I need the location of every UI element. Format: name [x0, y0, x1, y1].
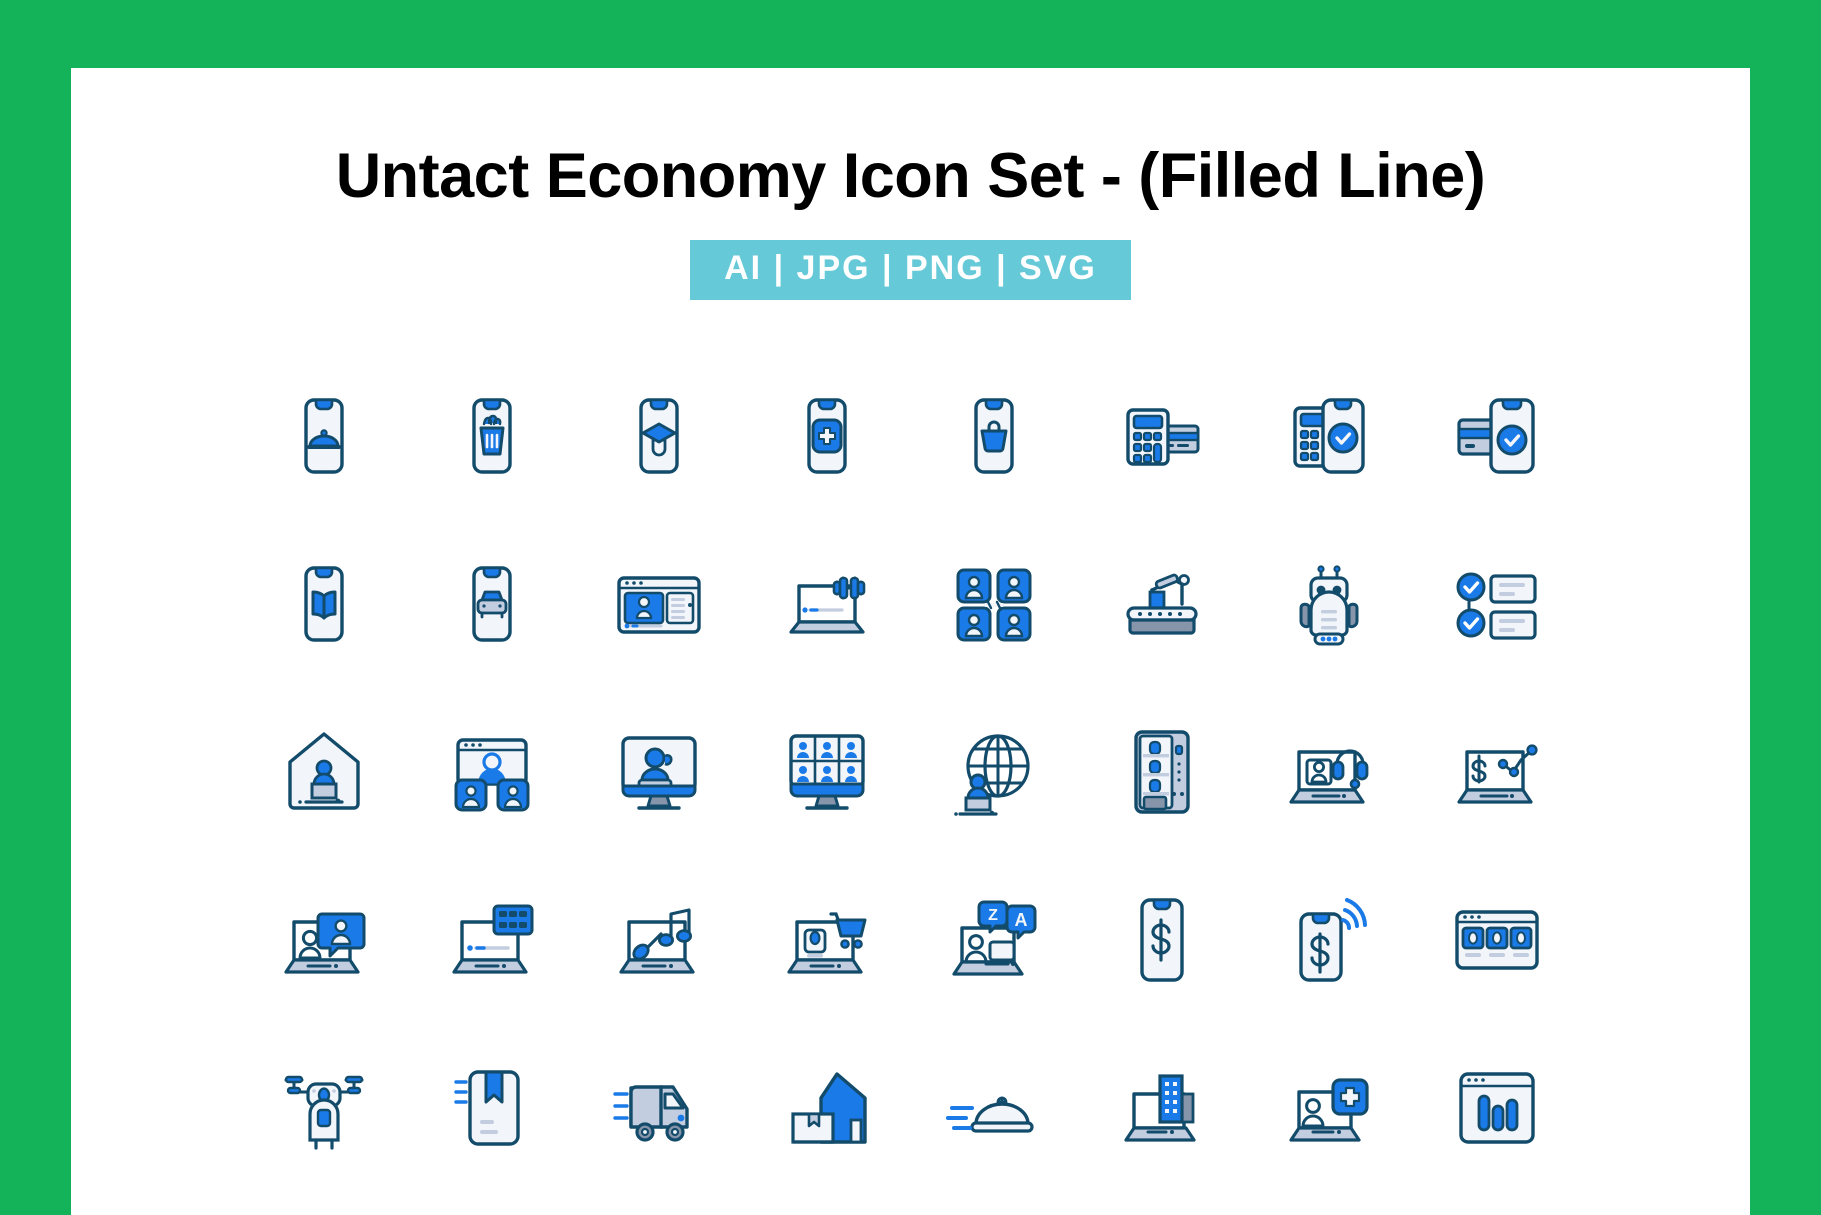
icon-laptop-online-translation[interactable]: Z A	[934, 880, 1054, 1000]
icon-bookmarked-parcel[interactable]	[432, 1048, 552, 1168]
icon-delivery-van[interactable]	[599, 1048, 719, 1168]
icon-mobile-fast-food-order[interactable]	[432, 376, 552, 496]
icon-home-parcel-delivery[interactable]	[767, 1048, 887, 1168]
icon-work-from-home[interactable]	[264, 712, 384, 832]
icon-global-remote-work[interactable]	[934, 712, 1054, 832]
icon-mobile-ride-hailing[interactable]	[432, 544, 552, 664]
icon-laptop-online-shopping[interactable]	[767, 880, 887, 1000]
icon-online-checklist-approval[interactable]	[1437, 544, 1557, 664]
icon-contactless-mobile-payment[interactable]	[1269, 880, 1389, 1000]
icon-virtual-classroom-grid[interactable]	[767, 712, 887, 832]
svg-text:A: A	[1015, 910, 1028, 930]
icon-grid: Z A	[241, 352, 1581, 1192]
icon-factory-automation-arm[interactable]	[1102, 544, 1222, 664]
icon-laptop-music-streaming[interactable]	[599, 880, 719, 1000]
page-title: Untact Economy Icon Set - (Filled Line)	[335, 141, 1486, 211]
icon-online-webinar-monitor[interactable]	[599, 712, 719, 832]
icon-video-streaming-window[interactable]	[599, 544, 719, 664]
icon-group-video-conference[interactable]	[934, 544, 1054, 664]
format-badge: AI | JPG | PNG | SVG	[690, 240, 1131, 300]
icon-delivery-drone-robot[interactable]	[264, 1048, 384, 1168]
icon-mobile-healthcare-app[interactable]	[767, 376, 887, 496]
icon-mobile-food-delivery[interactable]	[264, 376, 384, 496]
icon-vending-machine[interactable]	[1102, 712, 1222, 832]
icon-online-finance-analytics[interactable]	[1437, 712, 1557, 832]
poster-panel: Untact Economy Icon Set - (Filled Line) …	[71, 68, 1750, 1215]
icon-pos-mobile-payment-approved[interactable]	[1269, 376, 1389, 496]
icon-online-analytics-dashboard[interactable]	[1437, 1048, 1557, 1168]
icon-online-customer-support[interactable]	[1269, 712, 1389, 832]
icon-laptop-online-fitness[interactable]	[767, 544, 887, 664]
poster-frame: Untact Economy Icon Set - (Filled Line) …	[0, 0, 1821, 1215]
icon-express-food-delivery[interactable]	[934, 1048, 1054, 1168]
icon-laptop-video-chat[interactable]	[264, 880, 384, 1000]
icon-mobile-ebook-reading[interactable]	[264, 544, 384, 664]
icon-mobile-online-education[interactable]	[599, 376, 719, 496]
icon-laptop-movie-streaming[interactable]	[432, 880, 552, 1000]
format-badge-wrap: AI | JPG | PNG | SVG	[71, 240, 1750, 300]
icon-telemedicine-laptop[interactable]	[1269, 1048, 1389, 1168]
icon-mobile-shopping-basket[interactable]	[934, 376, 1054, 496]
icon-mobile-wallet[interactable]	[1102, 880, 1222, 1000]
icon-service-robot[interactable]	[1269, 544, 1389, 664]
icon-credit-card-mobile-verified[interactable]	[1437, 376, 1557, 496]
svg-text:Z: Z	[988, 907, 998, 924]
icon-online-store-catalog[interactable]	[1437, 880, 1557, 1000]
icon-online-meeting-window[interactable]	[432, 712, 552, 832]
icon-card-reader-payment[interactable]	[1102, 376, 1222, 496]
icon-remote-office-laptop[interactable]	[1102, 1048, 1222, 1168]
